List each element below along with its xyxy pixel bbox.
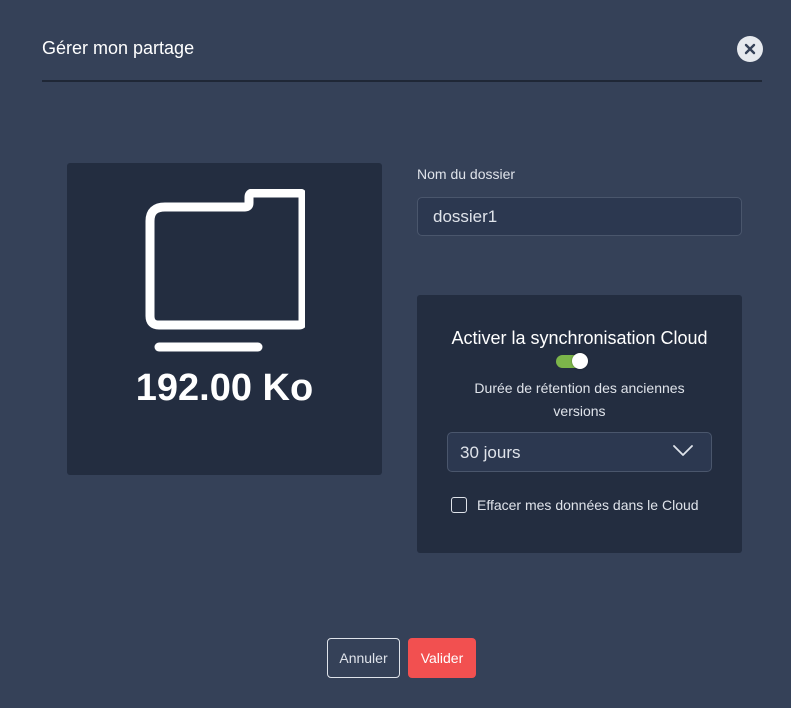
folder-name-input[interactable]: [417, 197, 742, 236]
retention-selected-value: 30 jours: [460, 443, 521, 462]
erase-cloud-data-checkbox[interactable]: [451, 497, 467, 513]
chevron-down-icon: [673, 445, 693, 456]
close-button[interactable]: [737, 36, 763, 62]
erase-cloud-data-label[interactable]: Effacer mes données dans le Cloud: [477, 497, 699, 513]
toggle-knob: [572, 353, 588, 369]
manage-share-dialog: Gérer mon partage 192.00 Ko Nom du dossi…: [0, 0, 791, 708]
retention-label: Durée de rétention des anciennes version…: [474, 380, 685, 419]
cancel-button[interactable]: Annuler: [327, 638, 400, 678]
cloud-sync-label: Activer la synchronisation Cloud: [451, 328, 708, 348]
cloud-sync-toggle[interactable]: [556, 353, 588, 370]
submit-button[interactable]: Valider: [408, 638, 476, 678]
folder-size: 192.00 Ko: [135, 367, 314, 409]
cloud-sync-card: Activer la synchronisation Cloud Durée d…: [417, 295, 742, 553]
close-icon: [744, 43, 756, 55]
folder-preview-card: 192.00 Ko: [67, 163, 382, 475]
folder-name-label: Nom du dossier: [417, 166, 516, 182]
header-divider: [42, 80, 762, 82]
erase-cloud-data-row: Effacer mes données dans le Cloud: [451, 497, 699, 513]
dialog-title: Gérer mon partage: [42, 38, 195, 58]
retention-select[interactable]: 30 jours: [447, 432, 712, 472]
folder-icon: [145, 189, 305, 352]
